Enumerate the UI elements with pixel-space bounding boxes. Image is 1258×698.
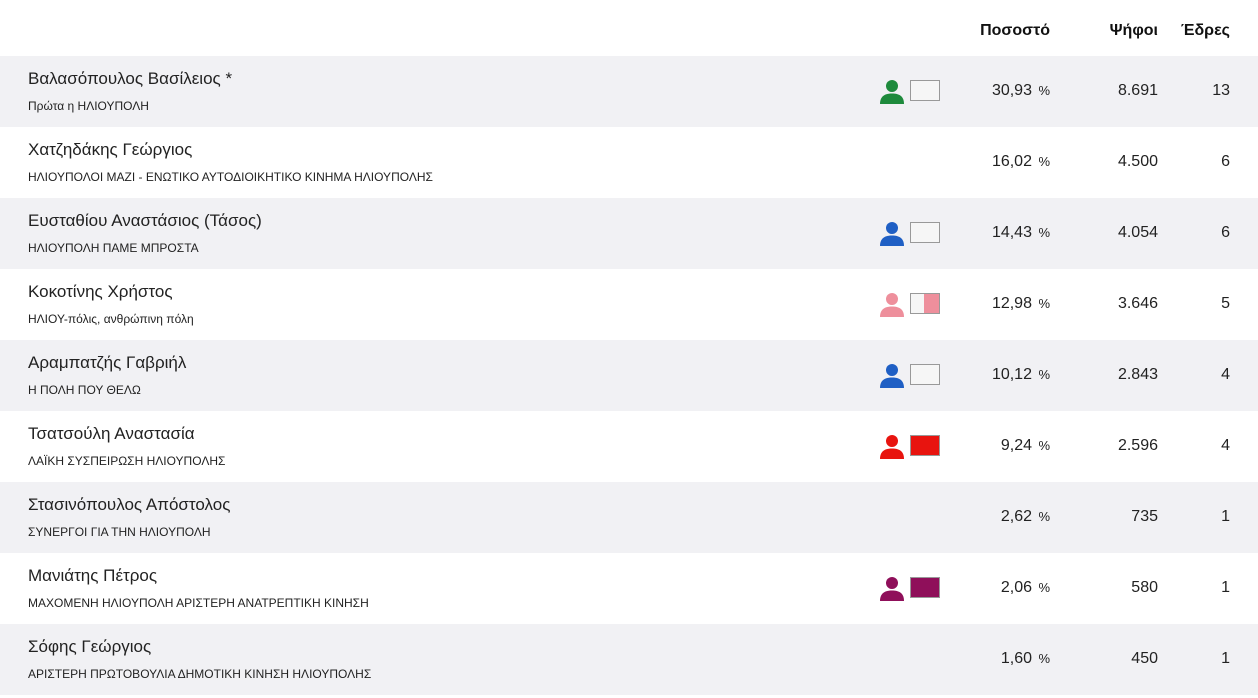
column-header-percent[interactable]: Ποσοστό <box>980 22 1050 40</box>
candidate-row[interactable]: Αραμπατζής Γαβριήλ Η ΠΟΛΗ ΠΟΥ ΘΕΛΩ 10,12… <box>0 340 1258 411</box>
candidate-row[interactable]: Μανιάτης Πέτρος ΜΑΧΟΜΕΝΗ ΗΛΙΟΥΠΟΛΗ ΑΡΙΣΤ… <box>0 553 1258 624</box>
party-marker <box>879 220 943 246</box>
percent-unit: % <box>1038 225 1050 240</box>
percent-number: 16,02 <box>991 153 1032 170</box>
percent-value: 30,93 % <box>992 82 1050 100</box>
seats-value: 1 <box>1221 508 1230 525</box>
seats-value: 6 <box>1221 153 1230 170</box>
votes-value: 580 <box>1131 579 1158 596</box>
person-icon <box>880 222 904 246</box>
party-marker <box>879 78 943 104</box>
party-name: ΛΑΪΚΗ ΣΥΣΠΕΙΡΩΣΗ ΗΛΙΟΥΠΟΛΗΣ <box>28 454 226 468</box>
results-table: Βαλασόπουλος Βασίλειος * Πρώτα η ΗΛΙΟΥΠΟ… <box>0 56 1258 695</box>
party-name: ΜΑΧΟΜΕΝΗ ΗΛΙΟΥΠΟΛΗ ΑΡΙΣΤΕΡΗ ΑΝΑΤΡΕΠΤΙΚΗ … <box>28 596 369 610</box>
party-color-swatch <box>910 577 940 598</box>
party-color-swatch <box>910 80 940 101</box>
person-icon <box>880 577 904 601</box>
seats-value: 4 <box>1221 366 1230 383</box>
candidate-row[interactable]: Σόφης Γεώργιος ΑΡΙΣΤΕΡΗ ΠΡΩΤΟΒΟΥΛΙΑ ΔΗΜΟ… <box>0 624 1258 695</box>
percent-number: 10,12 <box>991 366 1032 383</box>
candidate-name: Μανιάτης Πέτρος <box>28 566 158 585</box>
votes-value: 4.500 <box>1117 153 1158 170</box>
candidate-name: Τσατσούλη Αναστασία <box>28 424 195 443</box>
votes-value: 8.691 <box>1117 82 1158 99</box>
candidate-name: Στασινόπουλος Απόστολος <box>28 495 231 514</box>
seats-value: 1 <box>1221 650 1230 667</box>
percent-number: 9,24 <box>1000 437 1032 454</box>
candidate-name: Σόφης Γεώργιος <box>28 637 152 656</box>
percent-value: 1,60 % <box>1001 650 1050 668</box>
candidate-name: Ευσταθίου Αναστάσιος (Τάσος) <box>28 211 262 230</box>
percent-value: 2,62 % <box>1001 508 1050 526</box>
column-header-seats[interactable]: Έδρες <box>1181 22 1230 40</box>
results-header: Ποσοστό Ψήφοι Έδρες <box>0 0 1258 56</box>
candidate-row[interactable]: Τσατσούλη Αναστασία ΛΑΪΚΗ ΣΥΣΠΕΙΡΩΣΗ ΗΛΙ… <box>0 411 1258 482</box>
candidate-name: Αραμπατζής Γαβριήλ <box>28 353 187 372</box>
percent-value: 10,12 % <box>992 366 1050 384</box>
candidate-name: Βαλασόπουλος Βασίλειος * <box>28 69 233 88</box>
party-marker <box>879 362 943 388</box>
votes-value: 4.054 <box>1117 224 1158 241</box>
percent-unit: % <box>1038 438 1050 453</box>
seats-value: 6 <box>1221 224 1230 241</box>
votes-value: 735 <box>1131 508 1158 525</box>
party-marker <box>879 291 943 317</box>
person-icon <box>880 80 904 104</box>
candidate-row[interactable]: Στασινόπουλος Απόστολος ΣΥΝΕΡΓΟΙ ΓΙΑ ΤΗΝ… <box>0 482 1258 553</box>
candidate-name: Κοκοτίνης Χρήστος <box>28 282 173 301</box>
votes-value: 2.843 <box>1117 366 1158 383</box>
person-icon <box>880 364 904 388</box>
percent-value: 12,98 % <box>992 295 1050 313</box>
party-marker <box>879 575 943 601</box>
candidate-row[interactable]: Βαλασόπουλος Βασίλειος * Πρώτα η ΗΛΙΟΥΠΟ… <box>0 56 1258 127</box>
party-name: ΑΡΙΣΤΕΡΗ ΠΡΩΤΟΒΟΥΛΙΑ ΔΗΜΟΤΙΚΗ ΚΙΝΗΣΗ ΗΛΙ… <box>28 667 372 681</box>
party-name: ΣΥΝΕΡΓΟΙ ΓΙΑ ΤΗΝ ΗΛΙΟΥΠΟΛΗ <box>28 525 211 539</box>
percent-number: 2,62 <box>1000 508 1032 525</box>
column-header-votes[interactable]: Ψήφοι <box>1110 22 1158 40</box>
seats-value: 1 <box>1221 579 1230 596</box>
person-icon <box>880 435 904 459</box>
votes-value: 3.646 <box>1117 295 1158 312</box>
candidate-row[interactable]: Ευσταθίου Αναστάσιος (Τάσος) ΗΛΙΟΥΠΟΛΗ Π… <box>0 198 1258 269</box>
party-color-fill <box>911 578 939 597</box>
votes-value: 450 <box>1131 650 1158 667</box>
party-color-swatch <box>910 222 940 243</box>
candidate-name: Χατζηδάκης Γεώργιος <box>28 140 193 159</box>
votes-value: 2.596 <box>1117 437 1158 454</box>
percent-number: 1,60 <box>1000 650 1032 667</box>
party-name: ΗΛΙΟΥΠΟΛΗ ΠΑΜΕ ΜΠΡΟΣΤΑ <box>28 241 199 255</box>
percent-value: 16,02 % <box>992 153 1050 171</box>
percent-number: 14,43 <box>991 224 1032 241</box>
party-name: Η ΠΟΛΗ ΠΟΥ ΘΕΛΩ <box>28 383 141 397</box>
percent-unit: % <box>1038 651 1050 666</box>
seats-value: 13 <box>1212 82 1230 99</box>
percent-unit: % <box>1038 509 1050 524</box>
percent-value: 14,43 % <box>992 224 1050 242</box>
party-name: ΗΛΙΟΥΠΟΛΟΙ ΜΑΖΙ - ΕΝΩΤΙΚΟ ΑΥΤΟΔΙΟΙΚΗΤΙΚΟ… <box>28 170 433 184</box>
party-color-fill <box>923 294 939 313</box>
percent-value: 9,24 % <box>1001 437 1050 455</box>
percent-value: 2,06 % <box>1001 579 1050 597</box>
percent-unit: % <box>1038 83 1050 98</box>
candidate-row[interactable]: Κοκοτίνης Χρήστος ΗΛΙΟΥ-πόλις, ανθρώπινη… <box>0 269 1258 340</box>
party-name: Πρώτα η ΗΛΙΟΥΠΟΛΗ <box>28 99 149 113</box>
percent-number: 2,06 <box>1000 579 1032 596</box>
party-color-swatch <box>910 364 940 385</box>
party-color-fill <box>911 436 939 455</box>
percent-unit: % <box>1038 580 1050 595</box>
seats-value: 4 <box>1221 437 1230 454</box>
percent-unit: % <box>1038 154 1050 169</box>
percent-number: 30,93 <box>991 82 1032 99</box>
party-marker <box>879 433 943 459</box>
person-icon <box>880 293 904 317</box>
percent-unit: % <box>1038 367 1050 382</box>
party-name: ΗΛΙΟΥ-πόλις, ανθρώπινη πόλη <box>28 312 194 326</box>
percent-number: 12,98 <box>991 295 1032 312</box>
seats-value: 5 <box>1221 295 1230 312</box>
party-color-swatch <box>910 435 940 456</box>
percent-unit: % <box>1038 296 1050 311</box>
party-color-swatch <box>910 293 940 314</box>
candidate-row[interactable]: Χατζηδάκης Γεώργιος ΗΛΙΟΥΠΟΛΟΙ ΜΑΖΙ - ΕΝ… <box>0 127 1258 198</box>
